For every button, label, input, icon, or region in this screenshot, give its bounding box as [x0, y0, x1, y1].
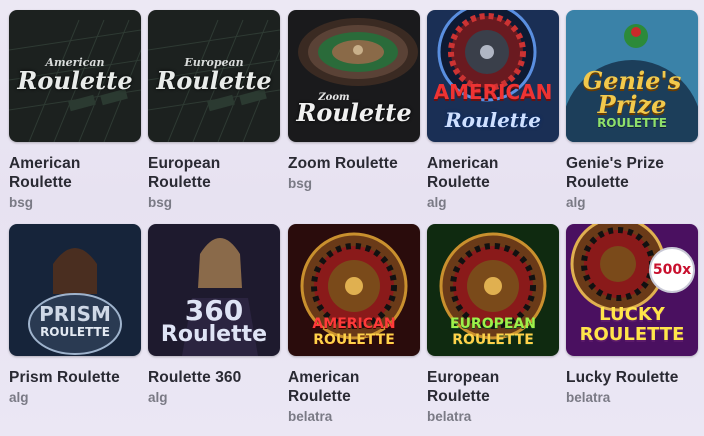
game-title[interactable]: American Roulette	[427, 154, 559, 192]
logo-top-text: PRISM	[39, 302, 111, 326]
game-provider: alg	[148, 390, 168, 405]
game-provider: belatra	[288, 409, 333, 424]
logo-top-text: AMERICAN	[433, 80, 553, 104]
game-title[interactable]: European Roulette	[427, 368, 559, 406]
game-title[interactable]: American Roulette	[9, 154, 141, 192]
game-card-american-roulette-bsg[interactable]: American Roulette American Roulette bsg	[9, 10, 141, 210]
logo-top-text: EUROPEAN	[450, 316, 536, 332]
logo-main-text: Roulette	[17, 66, 133, 95]
game-card-european-roulette-belatra[interactable]: EUROPEAN ROULETTE European Roulette bela…	[427, 224, 559, 424]
game-provider: bsg	[148, 195, 173, 210]
game-thumbnail[interactable]: Genie's Prize ROULETTE	[566, 10, 698, 142]
game-card-roulette-360-alg[interactable]: 360 Roulette Roulette 360 alg	[148, 224, 280, 405]
logo-top-text: LUCKY	[599, 304, 665, 325]
logo-main-text: ROULETTE	[579, 324, 685, 345]
game-title[interactable]: Genie's Prize Roulette	[566, 154, 698, 192]
game-card-zoom-roulette-bsg[interactable]: Zoom Roulette Zoom Roulette bsg	[288, 10, 420, 191]
game-thumbnail[interactable]: 360 Roulette	[148, 224, 280, 356]
logo-main-text: Roulette	[296, 98, 412, 127]
game-card-prism-roulette-alg[interactable]: PRISM ROULETTE Prism Roulette alg	[9, 224, 141, 405]
game-title[interactable]: Roulette 360	[148, 368, 280, 387]
game-title[interactable]: Lucky Roulette	[566, 368, 698, 387]
logo-main-text: Roulette	[156, 66, 272, 95]
game-card-american-roulette-alg[interactable]: AMERICAN Roulette American Roulette alg	[427, 10, 559, 210]
game-thumbnail[interactable]: PRISM ROULETTE	[9, 224, 141, 356]
game-provider: alg	[566, 195, 586, 210]
game-title[interactable]: American Roulette	[288, 368, 420, 406]
game-thumbnail[interactable]: AMERICAN Roulette	[427, 10, 559, 142]
game-provider: belatra	[566, 390, 611, 405]
logo-main-text: Roulette	[444, 108, 542, 132]
game-grid: American Roulette American Roulette bsg …	[0, 0, 704, 436]
game-thumbnail[interactable]: AMERICAN ROULETTE	[288, 224, 420, 356]
logo-main-text: ROULETTE	[452, 332, 534, 348]
logo-top-text: AMERICAN	[312, 316, 396, 332]
game-card-lucky-roulette-belatra[interactable]: 500x LUCKY ROULETTE Lucky Roulette belat…	[566, 224, 698, 405]
game-provider: bsg	[288, 176, 313, 191]
game-provider: bsg	[9, 195, 34, 210]
multiplier-badge: 500x	[652, 262, 692, 278]
game-card-genies-prize-roulette-alg[interactable]: Genie's Prize ROULETTE Genie's Prize Rou…	[566, 10, 698, 210]
logo-main-text: ROULETTE	[40, 325, 110, 339]
game-card-european-roulette-bsg[interactable]: European Roulette European Roulette bsg	[148, 10, 280, 210]
game-thumbnail[interactable]: Zoom Roulette	[288, 10, 420, 142]
game-thumbnail[interactable]: 500x LUCKY ROULETTE	[566, 224, 698, 356]
game-thumbnail[interactable]: European Roulette	[148, 10, 280, 142]
game-title[interactable]: European Roulette	[148, 154, 280, 192]
game-title[interactable]: Prism Roulette	[9, 368, 141, 387]
logo-mid-text: Prize	[597, 90, 667, 119]
game-title[interactable]: Zoom Roulette	[288, 154, 420, 173]
logo-main-text: Roulette	[160, 322, 268, 347]
logo-main-text: ROULETTE	[597, 116, 667, 130]
game-provider: alg	[427, 195, 447, 210]
game-provider: alg	[9, 390, 29, 405]
game-thumbnail[interactable]: EUROPEAN ROULETTE	[427, 224, 559, 356]
logo-main-text: ROULETTE	[313, 332, 395, 348]
game-thumbnail[interactable]: American Roulette	[9, 10, 141, 142]
game-card-american-roulette-belatra[interactable]: AMERICAN ROULETTE American Roulette bela…	[288, 224, 420, 424]
game-provider: belatra	[427, 409, 472, 424]
